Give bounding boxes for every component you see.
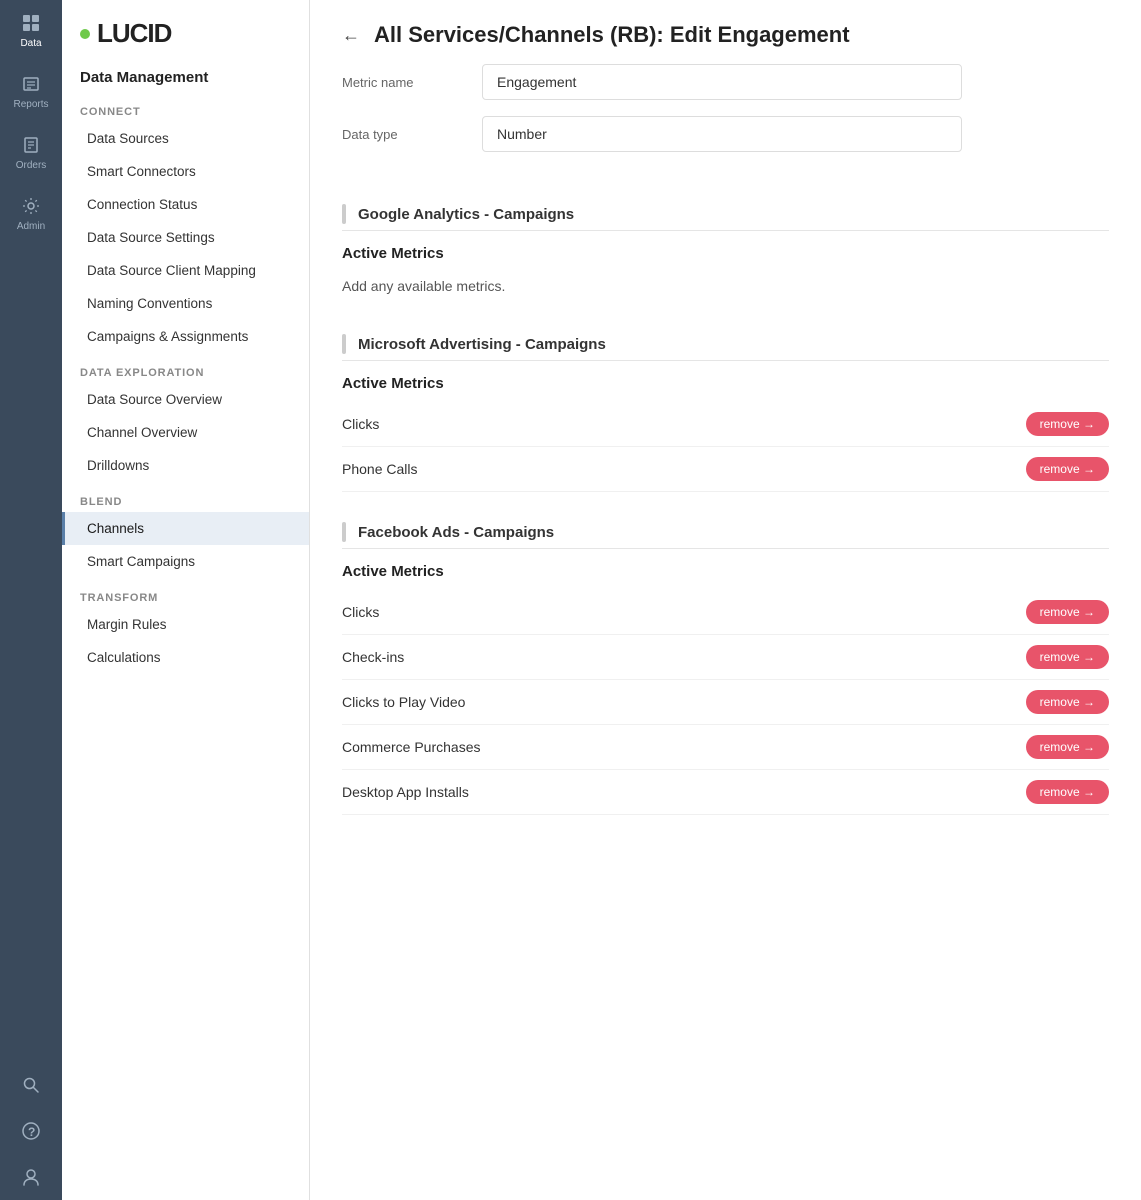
icon-sidebar: Data Reports Orders — [0, 0, 62, 1200]
metric-name-row: Metric name — [342, 64, 1109, 100]
remove-desktop-app-installs-button[interactable]: remove → — [1026, 780, 1109, 804]
metric-row-clicks-ms: Clicks remove → — [342, 402, 1109, 447]
orders-nav-item[interactable]: Orders — [0, 122, 62, 183]
sidebar-item-channels[interactable]: Channels — [62, 512, 309, 545]
main-content: ← All Services/Channels (RB): Edit Engag… — [310, 0, 1141, 1200]
add-metrics-text: Add any available metrics. — [342, 272, 1109, 304]
blend-section-title: BLEND — [62, 482, 309, 512]
section-divider-3 — [342, 522, 346, 542]
data-type-label: Data type — [342, 127, 462, 142]
reports-icon — [20, 73, 42, 95]
facebook-ads-title: Facebook Ads - Campaigns — [358, 524, 554, 541]
google-analytics-header: Google Analytics - Campaigns — [342, 194, 1109, 231]
search-nav-item[interactable] — [20, 1062, 42, 1108]
sidebar-item-data-source-client-mapping[interactable]: Data Source Client Mapping — [62, 254, 309, 287]
nav-sidebar: LUCID Data Management CONNECT Data Sourc… — [62, 0, 310, 1200]
metric-row-clicks-fb: Clicks remove → — [342, 590, 1109, 635]
metric-name-check-ins: Check-ins — [342, 649, 404, 665]
metric-row-commerce-purchases: Commerce Purchases remove → — [342, 725, 1109, 770]
user-icon — [20, 1166, 42, 1188]
logo-text: LUCID — [97, 18, 171, 49]
section-divider-2 — [342, 334, 346, 354]
remove-commerce-purchases-button[interactable]: remove → — [1026, 735, 1109, 759]
section-divider — [342, 204, 346, 224]
page-title: All Services/Channels (RB): Edit Engagem… — [374, 22, 850, 48]
google-analytics-section: Google Analytics - Campaigns Active Metr… — [310, 184, 1141, 314]
metric-row-clicks-play-video: Clicks to Play Video remove → — [342, 680, 1109, 725]
page-header: ← All Services/Channels (RB): Edit Engag… — [310, 0, 1141, 64]
sidebar-item-connection-status[interactable]: Connection Status — [62, 188, 309, 221]
remove-check-ins-button[interactable]: remove → — [1026, 645, 1109, 669]
facebook-ads-section: Facebook Ads - Campaigns Active Metrics … — [310, 502, 1141, 825]
metric-row-desktop-app-installs: Desktop App Installs remove → — [342, 770, 1109, 815]
admin-nav-label: Admin — [17, 221, 45, 232]
management-title: Data Management — [62, 59, 309, 92]
data-exploration-section-title: DATA EXPLORATION — [62, 353, 309, 383]
help-nav-item[interactable]: ? — [20, 1108, 42, 1154]
google-analytics-metrics-title: Active Metrics — [342, 245, 1109, 262]
sidebar-item-channel-overview[interactable]: Channel Overview — [62, 416, 309, 449]
admin-icon — [20, 195, 42, 217]
metric-name-clicks-play-video: Clicks to Play Video — [342, 694, 465, 710]
data-icon — [20, 12, 42, 34]
metric-name-phone-calls: Phone Calls — [342, 461, 418, 477]
metric-row-check-ins: Check-ins remove → — [342, 635, 1109, 680]
sidebar-item-drilldowns[interactable]: Drilldowns — [62, 449, 309, 482]
svg-text:?: ? — [28, 1125, 35, 1139]
sidebar-item-naming-conventions[interactable]: Naming Conventions — [62, 287, 309, 320]
metric-name-clicks-ms: Clicks — [342, 416, 379, 432]
admin-nav-item[interactable]: Admin — [0, 183, 62, 244]
metric-name-desktop-app-installs: Desktop App Installs — [342, 784, 469, 800]
logo-area: LUCID — [62, 0, 309, 59]
sidebar-item-campaigns-assignments[interactable]: Campaigns & Assignments — [62, 320, 309, 353]
data-nav-label: Data — [20, 38, 41, 49]
sidebar-item-data-sources[interactable]: Data Sources — [62, 122, 309, 155]
help-icon: ? — [20, 1120, 42, 1142]
remove-clicks-ms-button[interactable]: remove → — [1026, 412, 1109, 436]
search-icon — [20, 1074, 42, 1096]
user-nav-item[interactable] — [20, 1154, 42, 1200]
remove-clicks-play-video-button[interactable]: remove → — [1026, 690, 1109, 714]
sidebar-item-calculations[interactable]: Calculations — [62, 641, 309, 674]
form-section: Metric name Data type — [310, 64, 1141, 184]
logo-dot — [80, 29, 90, 39]
back-button[interactable]: ← — [342, 25, 360, 46]
sidebar-item-data-source-overview[interactable]: Data Source Overview — [62, 383, 309, 416]
orders-icon — [20, 134, 42, 156]
microsoft-advertising-section: Microsoft Advertising - Campaigns Active… — [310, 314, 1141, 502]
data-type-input[interactable] — [482, 116, 962, 152]
microsoft-advertising-header: Microsoft Advertising - Campaigns — [342, 324, 1109, 361]
metric-name-commerce-purchases: Commerce Purchases — [342, 739, 481, 755]
metric-name-input[interactable] — [482, 64, 962, 100]
remove-clicks-fb-button[interactable]: remove → — [1026, 600, 1109, 624]
reports-nav-label: Reports — [13, 99, 48, 110]
sidebar-item-data-source-settings[interactable]: Data Source Settings — [62, 221, 309, 254]
microsoft-metrics-title: Active Metrics — [342, 375, 1109, 392]
transform-section-title: TRANSFORM — [62, 578, 309, 608]
metric-row-phone-calls: Phone Calls remove → — [342, 447, 1109, 492]
data-nav-item[interactable]: Data — [0, 0, 62, 61]
orders-nav-label: Orders — [16, 160, 47, 171]
metric-name-label: Metric name — [342, 75, 462, 90]
metric-name-clicks-fb: Clicks — [342, 604, 379, 620]
facebook-metrics-title: Active Metrics — [342, 563, 1109, 580]
google-analytics-title: Google Analytics - Campaigns — [358, 206, 574, 223]
sidebar-item-smart-connectors[interactable]: Smart Connectors — [62, 155, 309, 188]
remove-phone-calls-button[interactable]: remove → — [1026, 457, 1109, 481]
sidebar-item-margin-rules[interactable]: Margin Rules — [62, 608, 309, 641]
data-type-row: Data type — [342, 116, 1109, 152]
sidebar-item-smart-campaigns[interactable]: Smart Campaigns — [62, 545, 309, 578]
microsoft-advertising-title: Microsoft Advertising - Campaigns — [358, 336, 606, 353]
reports-nav-item[interactable]: Reports — [0, 61, 62, 122]
connect-section-title: CONNECT — [62, 92, 309, 122]
facebook-ads-header: Facebook Ads - Campaigns — [342, 512, 1109, 549]
